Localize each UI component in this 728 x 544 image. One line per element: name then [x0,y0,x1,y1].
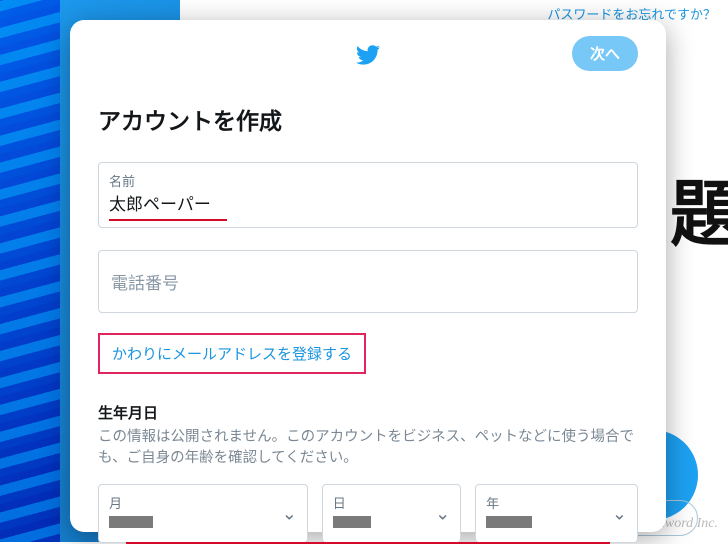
dob-description: この情報は公開されません。このアカウントをビジネス、ペットなどに使う場合でも、ご… [98,427,638,471]
chevron-down-icon: ⌄ [282,503,297,524]
email-instead-highlight-box: かわりにメールアドレスを登録する [98,333,366,374]
dob-day-label: 日 [333,493,450,512]
dob-heading: 生年月日 [98,402,638,423]
dob-month-value-redacted [109,516,153,528]
background-headline-fragment: 題力 [670,155,728,260]
dob-month-label: 月 [109,493,297,512]
name-field[interactable]: 名前 [98,162,638,228]
decorative-stripe [0,0,60,542]
dob-day-value-redacted [333,516,371,528]
modal-header: 次へ [98,34,638,76]
twitter-logo-icon [355,42,381,68]
chevron-down-icon: ⌄ [612,503,627,524]
name-field-label: 名前 [109,171,627,190]
dob-year-value-redacted [486,516,532,528]
name-input[interactable] [109,192,627,212]
dob-year-select[interactable]: 年 ⌄ [475,484,638,543]
modal-title: アカウントを作成 [98,102,638,136]
dob-year-label: 年 [486,493,627,512]
dob-group: 月 ⌄ 日 ⌄ 年 ⌄ [98,484,638,543]
phone-field[interactable]: 電話番号 [98,250,638,313]
dob-month-select[interactable]: 月 ⌄ [98,484,308,543]
name-underline-highlight [109,219,227,221]
chevron-down-icon: ⌄ [435,503,450,524]
signup-modal: 次へ アカウントを作成 名前 電話番号 かわりにメールアドレスを登録する 生年月… [70,20,666,532]
use-email-instead-link[interactable]: かわりにメールアドレスを登録する [112,346,352,363]
next-button[interactable]: 次へ [572,36,638,71]
phone-placeholder: 電話番号 [111,274,179,293]
dob-day-select[interactable]: 日 ⌄ [322,484,461,543]
